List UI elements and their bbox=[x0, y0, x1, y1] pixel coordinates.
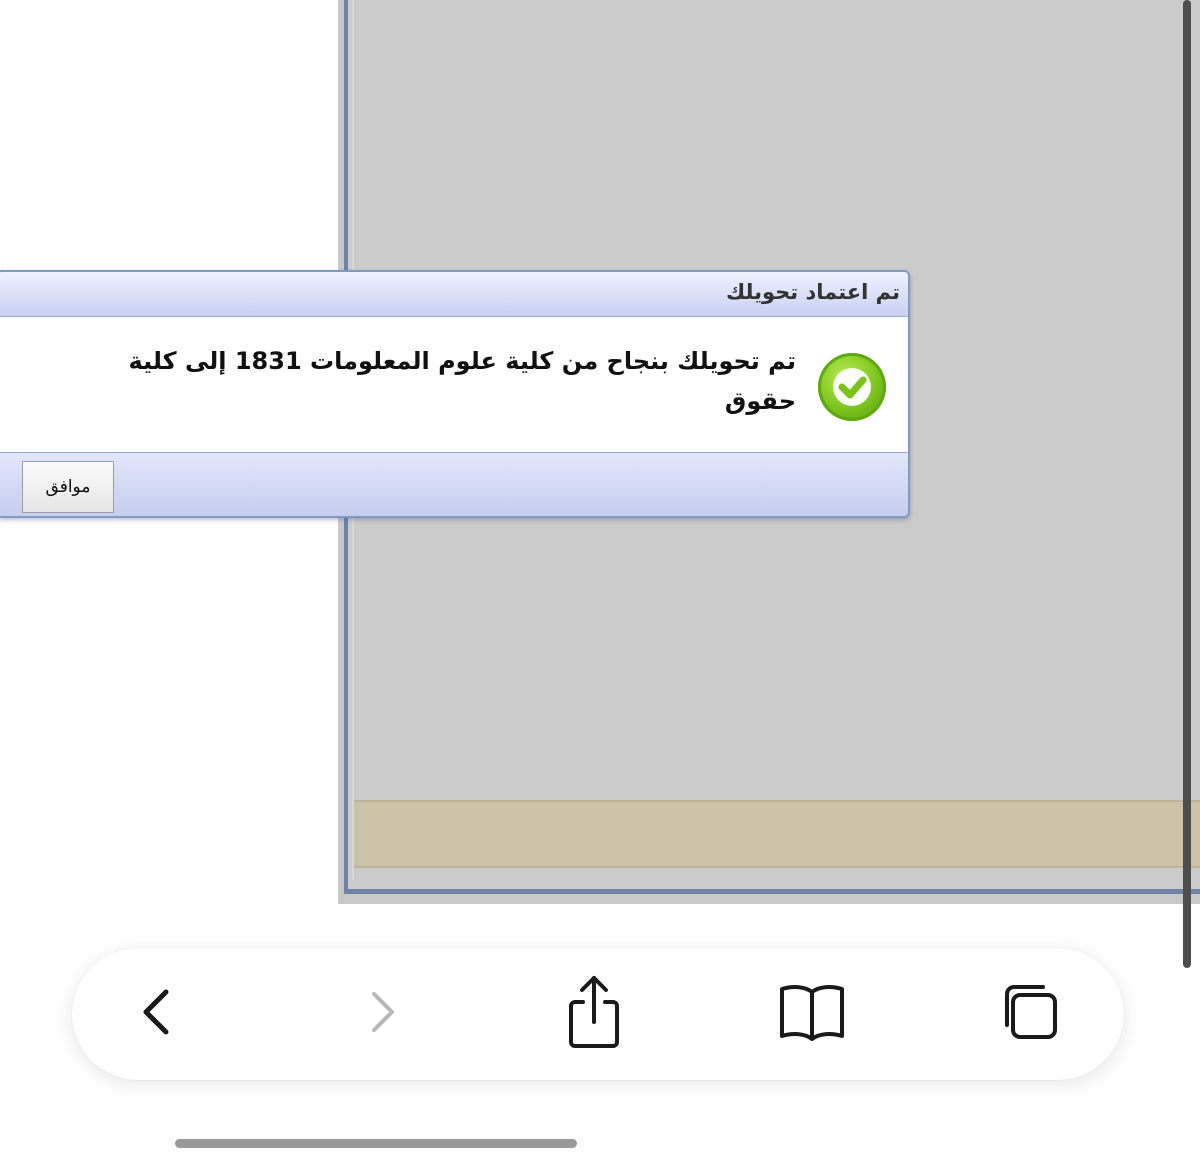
bookmarks-button[interactable] bbox=[772, 974, 852, 1054]
transfer-confirmation-dialog: تم اعتماد تحويلك تم تحويلك بنجاح من كلية… bbox=[0, 270, 910, 518]
screen: تم اعتماد تحويلك تم تحويلك بنجاح من كلية… bbox=[0, 0, 1200, 1157]
dialog-message: تم تحويلك بنجاح من كلية علوم المعلومات 1… bbox=[128, 347, 796, 415]
back-icon bbox=[128, 982, 188, 1046]
dialog-body: تم تحويلك بنجاح من كلية علوم المعلومات 1… bbox=[0, 317, 908, 452]
app-footer-bar bbox=[354, 800, 1200, 868]
share-button[interactable] bbox=[554, 974, 634, 1054]
home-indicator bbox=[175, 1139, 577, 1148]
forward-button[interactable] bbox=[340, 974, 420, 1054]
share-icon bbox=[559, 972, 629, 1056]
forward-icon bbox=[350, 982, 410, 1046]
dialog-titlebar: تم اعتماد تحويلك bbox=[0, 272, 908, 317]
dialog-footer: موافق bbox=[0, 452, 908, 516]
ok-button[interactable]: موافق bbox=[22, 461, 114, 513]
dialog-title: تم اعتماد تحويلك bbox=[725, 280, 900, 304]
scroll-indicator[interactable] bbox=[1183, 0, 1191, 968]
back-button[interactable] bbox=[118, 974, 198, 1054]
tabs-button[interactable] bbox=[990, 974, 1070, 1054]
browser-toolbar bbox=[72, 948, 1124, 1080]
success-check-icon bbox=[818, 353, 886, 421]
bookmarks-icon bbox=[776, 980, 848, 1048]
tabs-icon bbox=[995, 977, 1065, 1051]
